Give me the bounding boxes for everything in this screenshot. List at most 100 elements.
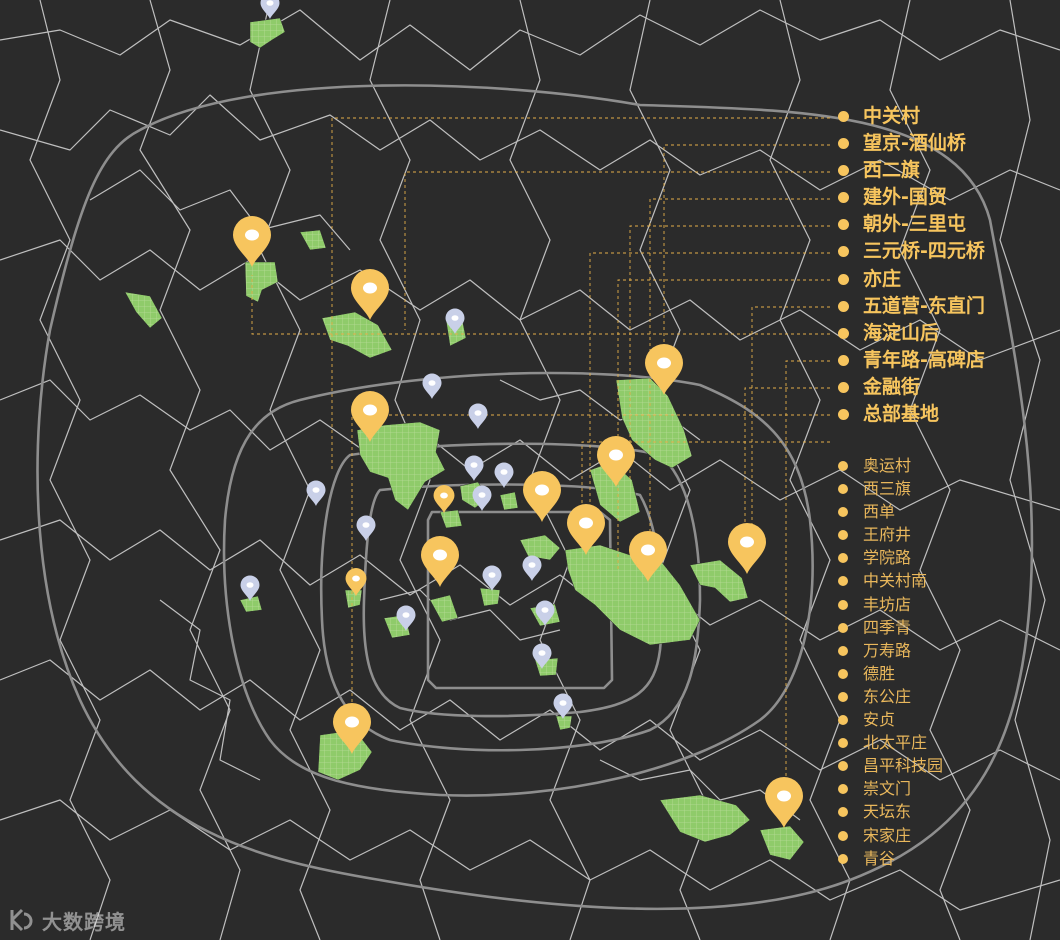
map-pin-icon-gold-dot <box>345 716 359 728</box>
business-area <box>344 589 363 609</box>
legend-minor-item: 西单 <box>838 501 943 524</box>
map-pin-icon-lavender-shape <box>306 480 326 506</box>
map-pin-icon-gold-small <box>433 485 455 514</box>
map-pin-icon-lavender-dot <box>559 700 567 706</box>
map-pin-icon-gold-dot <box>641 544 655 556</box>
business-area <box>299 229 327 251</box>
legend-major-label: 海淀山后 <box>863 321 940 344</box>
legend-dot-icon <box>838 576 848 587</box>
map-pin-icon-gold-dot <box>363 282 377 294</box>
legend-major-label: 朝外-三里屯 <box>863 213 966 236</box>
brand-logo-text: 大数跨境 <box>42 909 126 934</box>
map-pin-icon-lavender-dot <box>488 572 496 578</box>
leader-line <box>751 306 830 560</box>
legend-major-label: 亦庄 <box>863 267 902 290</box>
legend-minor-item: 奥运村 <box>838 455 943 478</box>
legend-dot-icon <box>838 354 849 366</box>
map-pin-icon-gold-dot <box>535 484 549 496</box>
location-pins <box>233 0 803 828</box>
map-pin-icon-lavender-dot <box>541 607 549 613</box>
leader-line <box>404 171 830 330</box>
map-pin-icon-lavender-shape <box>422 373 442 399</box>
map-pin-icon-lavender-dot <box>478 492 486 498</box>
legend-dot-icon <box>838 246 849 258</box>
map-pin-icon-gold <box>765 777 803 828</box>
legend-dot-icon <box>838 599 848 610</box>
legend-dot-icon <box>838 507 848 518</box>
legend-dot-icon <box>838 715 848 726</box>
business-area <box>439 509 463 529</box>
legend-minor-item: 安贞 <box>838 709 943 732</box>
map-pin-icon-lavender-dot <box>538 650 546 656</box>
business-area <box>499 491 519 511</box>
legend-minor-label: 四季青 <box>863 617 912 637</box>
map-pin-icon-gold-dot <box>433 549 447 561</box>
legend-minor-item: 西三旗 <box>838 478 943 501</box>
business-area <box>759 825 805 861</box>
map-pin-icon-lavender-shape <box>482 565 502 591</box>
legend-dot-icon <box>838 273 849 285</box>
map-pin-icon-lavender-dot <box>474 410 482 416</box>
map-pin-icon-gold-shape <box>351 269 389 320</box>
legend-minor-label: 东公庄 <box>863 686 912 706</box>
legend-minor-label: 德胜 <box>863 663 896 683</box>
legend-minor-areas: 奥运村 西三旗 西单 王府井 学院路 中关村南 丰坊店 四季青 万寿路 德胜 东公庄 安贞 北太平庄 昌平… <box>838 455 943 871</box>
map-pin-icon-gold-dot <box>363 404 377 416</box>
legend-minor-label: 宋家庄 <box>863 825 912 845</box>
business-areas <box>124 17 805 861</box>
map-pin-icon-lavender <box>468 403 488 429</box>
legend-minor-item: 学院路 <box>838 547 943 570</box>
business-area <box>519 534 561 561</box>
map-pin-icon-gold-shape <box>765 777 803 828</box>
legend-dot-icon <box>838 484 848 495</box>
map-pin-icon-gold-shape <box>523 471 561 522</box>
map-pin-icon-gold-shape <box>728 523 766 574</box>
legend-minor-item: 中关村南 <box>838 570 943 593</box>
legend-minor-item: 四季青 <box>838 617 943 640</box>
legend-major-item: 亦庄 <box>838 266 985 293</box>
legend-dot-icon <box>838 761 848 772</box>
map-pin-icon-lavender <box>356 515 376 541</box>
legend-minor-item: 德胜 <box>838 663 943 686</box>
legend-major-label: 中关村 <box>863 105 921 127</box>
district-line <box>999 0 1051 940</box>
business-area <box>321 311 393 359</box>
legend-major-item: 建外-国贸 <box>838 184 985 211</box>
legend-dot-icon <box>838 530 848 541</box>
legend-minor-item: 天坛东 <box>838 801 943 824</box>
map-pin-icon-gold <box>728 523 766 574</box>
legend-dot-icon <box>838 327 849 339</box>
legend-major-label: 总部基地 <box>863 403 940 426</box>
map-pin-icon-gold-small-dot <box>352 575 360 582</box>
legend-major-item: 青年路-高碑店 <box>838 347 985 374</box>
legend-dot-icon <box>838 645 848 656</box>
map-pin-icon-lavender <box>522 555 542 581</box>
legend-minor-item: 宋家庄 <box>838 825 943 848</box>
leader-line <box>663 144 830 385</box>
legend-dot-icon <box>838 830 848 841</box>
legend-major-label: 西二旗 <box>863 159 921 182</box>
map-pin-icon-gold-small-dot <box>440 492 448 499</box>
legend-dot-icon <box>838 553 848 564</box>
legend-dot-icon <box>838 807 848 818</box>
legend-minor-label: 昌平科技园 <box>863 756 944 776</box>
district-line <box>249 0 331 940</box>
legend-dot-icon <box>838 738 848 749</box>
map-pin-icon-gold <box>351 269 389 320</box>
map-pin-icon-lavender <box>422 373 442 399</box>
legend-minor-item: 北太平庄 <box>838 732 943 755</box>
legend-dot-icon <box>838 622 848 633</box>
legend-major-item: 三元桥-四元桥 <box>838 238 985 265</box>
map-pin-icon-gold-small-shape <box>433 485 455 514</box>
map-pin-icon-gold-dot <box>657 357 671 369</box>
legend-minor-label: 中关村南 <box>863 571 928 591</box>
legend-major-label: 望京-酒仙桥 <box>863 132 966 155</box>
map-pin-icon-lavender-dot <box>470 462 478 468</box>
map-pin-icon-lavender-shape <box>522 555 542 581</box>
legend-minor-item: 昌平科技园 <box>838 755 943 778</box>
legend-minor-item: 王府井 <box>838 524 943 547</box>
legend-minor-label: 奥运村 <box>863 456 912 475</box>
map-pin-icon-gold-dot <box>740 536 754 548</box>
district-line <box>509 0 591 940</box>
legend-dot-icon <box>838 219 849 231</box>
